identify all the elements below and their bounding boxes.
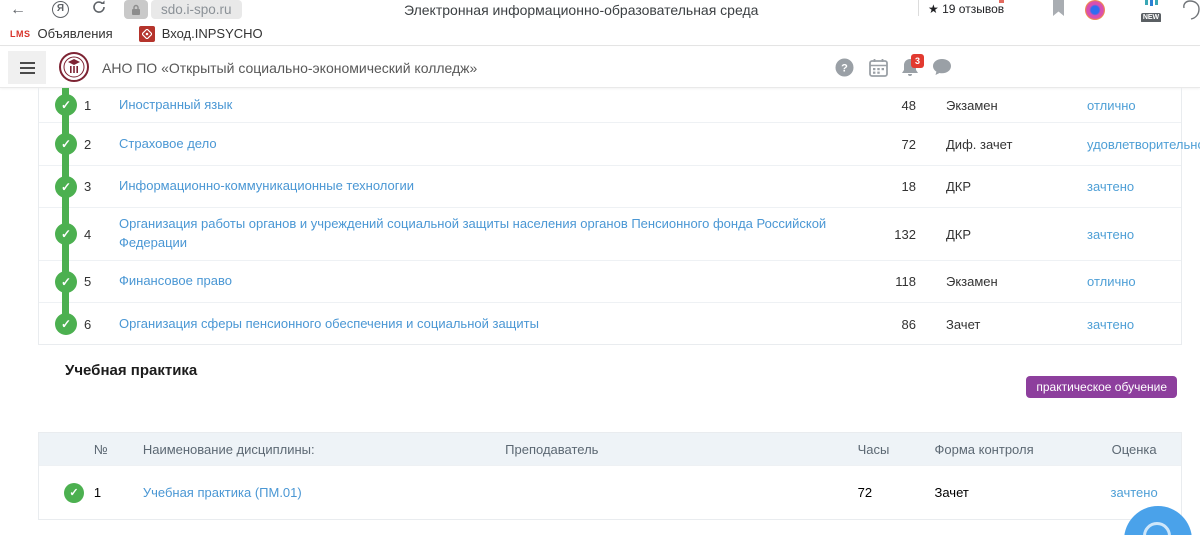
bookmark-inpsycho-login[interactable]: Вход.INPSYCHO [139, 26, 263, 42]
practice-hours: 72 [858, 485, 908, 500]
extension-new-icon[interactable]: NEW [1138, 0, 1164, 24]
course-control-form: ДКР [946, 227, 1051, 242]
hand-outline-icon[interactable] [1182, 0, 1200, 20]
course-hours: 18 [861, 179, 916, 194]
course-control-form: Экзамен [946, 98, 1051, 113]
course-link[interactable]: Информационно-коммуникационные технологи… [119, 177, 861, 196]
menu-icon[interactable] [8, 51, 46, 84]
course-hours: 86 [861, 317, 916, 332]
completed-check-icon: ✓ [55, 133, 77, 155]
course-row: ✓ 3Информационно-коммуникационные техноло… [39, 166, 1181, 208]
url-box[interactable]: sdo.i-spo.ru [151, 0, 242, 19]
header-teacher: Преподаватель [472, 442, 632, 457]
practice-table: № Наименование дисциплины: Преподаватель… [38, 432, 1182, 520]
messages-icon[interactable] [932, 58, 952, 76]
app-header: АНО ПО «Открытый социально-экономический… [0, 47, 1200, 88]
course-number: 1 [84, 98, 119, 113]
bookmark-announcements[interactable]: LMS Объявления [10, 26, 113, 41]
course-row: ✓ 6Организация сферы пенсионного обеспече… [39, 303, 1181, 345]
course-number: 2 [84, 137, 119, 152]
yandex-browser-icon[interactable]: Я [52, 1, 69, 18]
inpsycho-favicon-icon [139, 26, 155, 42]
course-row: ✓ 4Организация работы органов и учреждени… [39, 208, 1181, 261]
course-number: 4 [84, 227, 119, 242]
back-icon[interactable]: ← [10, 0, 26, 20]
course-grade-link[interactable]: зачтено [1071, 317, 1181, 332]
courses-table: ✓ 1Иностранный язык48 Экзамен отлично ✓ 2Стра… [38, 88, 1182, 345]
browser-window: ← Я sdo.i-spo.ru Электронная информацион… [0, 0, 1200, 535]
course-hours: 132 [861, 227, 916, 242]
calendar-icon[interactable] [869, 58, 888, 77]
course-link[interactable]: Страховое дело [119, 135, 861, 154]
toolbar-divider [918, 0, 919, 16]
practice-type-badge: практическое обучение [1026, 376, 1177, 398]
bookmark-label: Объявления [38, 26, 113, 41]
course-link[interactable]: Организация работы органов и учреждений … [119, 215, 861, 253]
course-control-form: Диф. зачет [946, 137, 1051, 152]
browser-toolbar: ← Я sdo.i-spo.ru Электронная информацион… [0, 0, 1200, 22]
course-grade-link[interactable]: отлично [1071, 98, 1181, 113]
course-hours: 48 [861, 98, 916, 113]
course-hours: 72 [861, 137, 916, 152]
notifications-bell-icon[interactable]: 3 [901, 58, 919, 77]
bookmark-label: Вход.INPSYCHO [162, 26, 263, 41]
practice-table-header: № Наименование дисциплины: Преподаватель… [39, 433, 1181, 465]
practice-row: ✓ 1 Учебная практика (ПМ.01) 72 Зачет зачтено [39, 465, 1181, 519]
course-control-form: Экзамен [946, 274, 1051, 289]
header-name: Наименование дисциплины: [143, 442, 472, 457]
reviews-button[interactable]: ★ 19 отзывов [928, 0, 1038, 18]
completed-check-icon: ✓ [55, 176, 77, 198]
star-icon: ★ [928, 2, 939, 16]
help-icon[interactable]: ? [835, 58, 854, 77]
completed-check-icon: ✓ [55, 223, 77, 245]
course-grade-link[interactable]: зачтено [1071, 179, 1181, 194]
course-link[interactable]: Организация сферы пенсионного обеспечени… [119, 315, 861, 334]
reviews-count: 19 отзывов [942, 2, 1004, 16]
course-row: ✓ 1Иностранный язык48 Экзамен отлично [39, 88, 1181, 123]
course-link[interactable]: Иностранный язык [119, 96, 861, 115]
org-name: АНО ПО «Открытый социально-экономический… [102, 60, 477, 76]
college-logo-icon [58, 51, 90, 83]
completed-check-icon: ✓ [55, 94, 77, 116]
bookmark-flag-icon[interactable] [1052, 0, 1065, 17]
refresh-icon[interactable] [92, 0, 106, 14]
course-link[interactable]: Финансовое право [119, 272, 861, 291]
course-grade-link[interactable]: отлично [1071, 274, 1181, 289]
practice-number: 1 [94, 485, 129, 500]
practice-link[interactable]: Учебная практика (ПМ.01) [143, 485, 472, 500]
extension-new-dots [1138, 0, 1164, 6]
lock-icon[interactable] [124, 0, 148, 19]
course-number: 3 [84, 179, 119, 194]
completed-check-icon: ✓ [55, 271, 77, 293]
course-grade-link[interactable]: зачтено [1071, 227, 1181, 242]
notification-count-badge: 3 [911, 54, 924, 68]
completed-check-icon: ✓ [55, 313, 77, 335]
extension-avatar-icon[interactable] [1085, 0, 1105, 20]
course-row: ✓ 5Финансовое право118 Экзамен отлично [39, 261, 1181, 303]
course-grade-link[interactable]: удовлетворительно [1071, 137, 1181, 152]
svg-text:?: ? [841, 63, 848, 75]
page-title: Электронная информационно-образовательна… [404, 0, 758, 20]
practice-section-title: Учебная практика [65, 362, 197, 379]
course-hours: 118 [861, 274, 916, 289]
practice-grade-link[interactable]: зачтено [1087, 485, 1181, 500]
chat-fab-ring-icon [1143, 522, 1171, 535]
header-grade: Оценка [1087, 442, 1181, 457]
course-control-form: Зачет [946, 317, 1051, 332]
completed-check-icon: ✓ [64, 483, 84, 503]
header-control: Форма контроля [935, 442, 1045, 457]
course-control-form: ДКР [946, 179, 1051, 194]
header-num: № [94, 442, 129, 457]
course-row: ✓ 2Страховое дело72 Диф. зачет удовлетворит… [39, 123, 1181, 166]
practice-control-form: Зачет [935, 485, 1045, 500]
bookmarks-bar: LMS Объявления Вход.INPSYCHO [0, 22, 1200, 46]
course-number: 6 [84, 317, 119, 332]
course-number: 5 [84, 274, 119, 289]
header-hours: Часы [858, 442, 908, 457]
lms-favicon: LMS [10, 29, 31, 39]
